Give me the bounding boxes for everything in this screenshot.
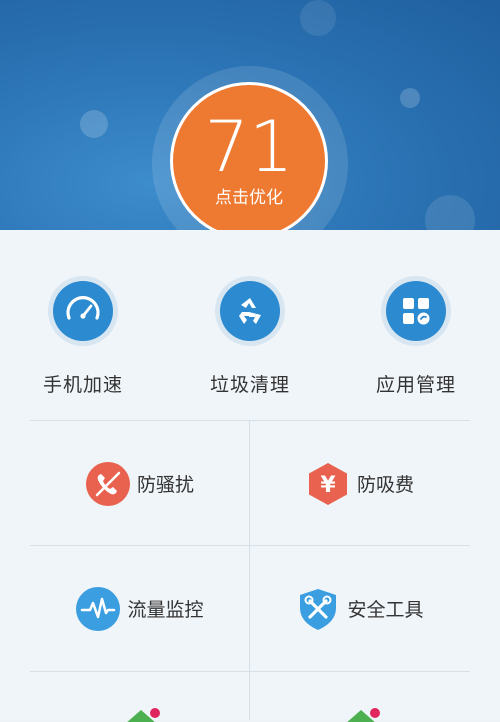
score-value: 71 bbox=[204, 106, 294, 188]
speedometer-icon bbox=[53, 281, 113, 341]
anti-harassment-label: 防骚扰 bbox=[136, 474, 194, 496]
anti-fee-label: 防吸费 bbox=[356, 474, 414, 496]
bokeh-dot bbox=[80, 110, 108, 138]
bokeh-dot bbox=[400, 88, 420, 108]
security-tools-label: 安全工具 bbox=[347, 599, 424, 621]
partial-tool-icon bbox=[117, 708, 163, 722]
partial-tool-button[interactable] bbox=[250, 672, 469, 722]
quick-icon-halo bbox=[381, 276, 451, 346]
bokeh-dot bbox=[300, 0, 336, 36]
partial-tool-icon bbox=[337, 708, 383, 722]
quick-label-speedup: 手机加速 bbox=[42, 374, 123, 396]
security-tools-button[interactable]: 安全工具 bbox=[250, 546, 469, 671]
main-panel: 手机加速 垃圾清理 应用管理 防骚扰 ¥ 防吸费 流量监控 安全工具 bbox=[0, 230, 500, 722]
junk-clean-button[interactable]: 垃圾清理 bbox=[180, 276, 320, 397]
recycle-icon bbox=[220, 281, 280, 341]
quick-label-apps: 应用管理 bbox=[375, 374, 456, 396]
optimize-label: 点击优化 bbox=[215, 188, 283, 208]
wrench-shield-icon bbox=[295, 586, 341, 632]
tool-grid: 防骚扰 ¥ 防吸费 流量监控 安全工具 bbox=[30, 420, 470, 722]
yuan-hexagon-icon: ¥ bbox=[305, 461, 351, 507]
partial-tool-button[interactable] bbox=[30, 672, 249, 722]
optimize-score-button[interactable]: 71 点击优化 bbox=[170, 82, 328, 240]
bokeh-dot bbox=[425, 195, 475, 230]
quick-icon-halo bbox=[215, 276, 285, 346]
quick-icon-halo bbox=[48, 276, 118, 346]
anti-fee-button[interactable]: ¥ 防吸费 bbox=[250, 421, 469, 546]
traffic-monitor-button[interactable]: 流量监控 bbox=[30, 546, 249, 671]
blocked-phone-icon bbox=[85, 461, 131, 507]
quick-label-junk: 垃圾清理 bbox=[209, 374, 290, 396]
pulse-icon bbox=[75, 586, 121, 632]
anti-harassment-button[interactable]: 防骚扰 bbox=[30, 421, 249, 546]
phone-speedup-button[interactable]: 手机加速 bbox=[13, 276, 153, 397]
svg-text:¥: ¥ bbox=[320, 473, 336, 498]
traffic-monitor-label: 流量监控 bbox=[127, 599, 204, 621]
app-manage-button[interactable]: 应用管理 bbox=[346, 276, 486, 397]
app-grid-icon bbox=[386, 281, 446, 341]
